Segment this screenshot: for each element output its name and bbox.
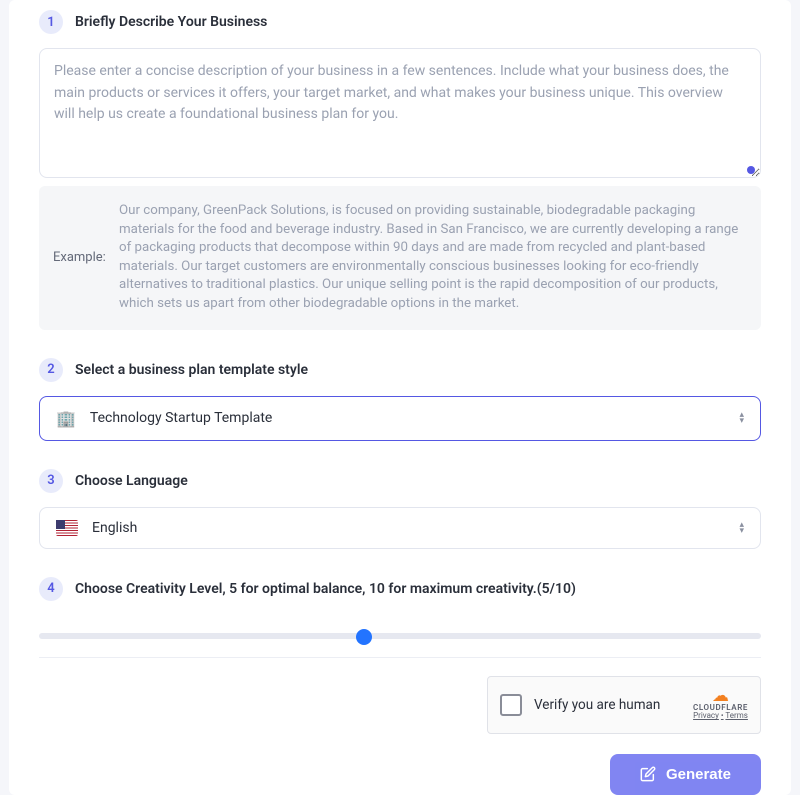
flag-us-icon (56, 520, 78, 536)
example-text: Our company, GreenPack Solutions, is foc… (119, 202, 747, 314)
privacy-link[interactable]: Privacy (693, 711, 719, 720)
step-4-header: 4 Choose Creativity Level, 5 for optimal… (39, 577, 761, 601)
language-select[interactable]: English ▴▾ (39, 507, 761, 549)
captcha-label: Verify you are human (534, 697, 681, 713)
step-1-title: Briefly Describe Your Business (75, 14, 267, 30)
creativity-slider[interactable] (39, 627, 761, 647)
step-1-badge: 1 (39, 10, 63, 34)
step-4-title: Choose Creativity Level, 5 for optimal b… (75, 581, 576, 597)
step-1-header: 1 Briefly Describe Your Business (39, 10, 761, 34)
cloudflare-brand: ☁ CLOUDFLARE Privacy • Terms (693, 689, 748, 720)
step-4-badge: 4 (39, 577, 63, 601)
generate-button-label: Generate (666, 766, 731, 783)
step-3-header: 3 Choose Language (39, 469, 761, 493)
chevron-updown-icon: ▴▾ (739, 522, 744, 534)
chevron-updown-icon: ▴▾ (739, 412, 744, 424)
step-2-header: 2 Select a business plan template style (39, 358, 761, 382)
captcha-widget: Verify you are human ☁ CLOUDFLARE Privac… (487, 676, 761, 734)
step-2-title: Select a business plan template style (75, 362, 308, 378)
step-3-badge: 3 (39, 469, 63, 493)
building-icon: 🏢 (56, 409, 76, 428)
template-select-value: Technology Startup Template (90, 410, 726, 426)
slider-thumb[interactable] (356, 629, 372, 645)
cloud-icon: ☁ (712, 689, 729, 704)
terms-link[interactable]: Terms (725, 711, 747, 720)
generate-button[interactable]: Generate (610, 754, 761, 795)
slider-track (39, 633, 761, 639)
step-3-title: Choose Language (75, 473, 188, 489)
step-2-badge: 2 (39, 358, 63, 382)
edit-icon (640, 766, 656, 782)
template-select[interactable]: 🏢 Technology Startup Template ▴▾ (39, 396, 761, 441)
business-description-input[interactable] (39, 48, 761, 178)
example-box: Example: Our company, GreenPack Solution… (39, 186, 761, 330)
dot-separator: • (721, 711, 724, 720)
example-label: Example: (53, 250, 113, 265)
language-select-value: English (92, 520, 725, 536)
captcha-checkbox[interactable] (500, 694, 522, 716)
